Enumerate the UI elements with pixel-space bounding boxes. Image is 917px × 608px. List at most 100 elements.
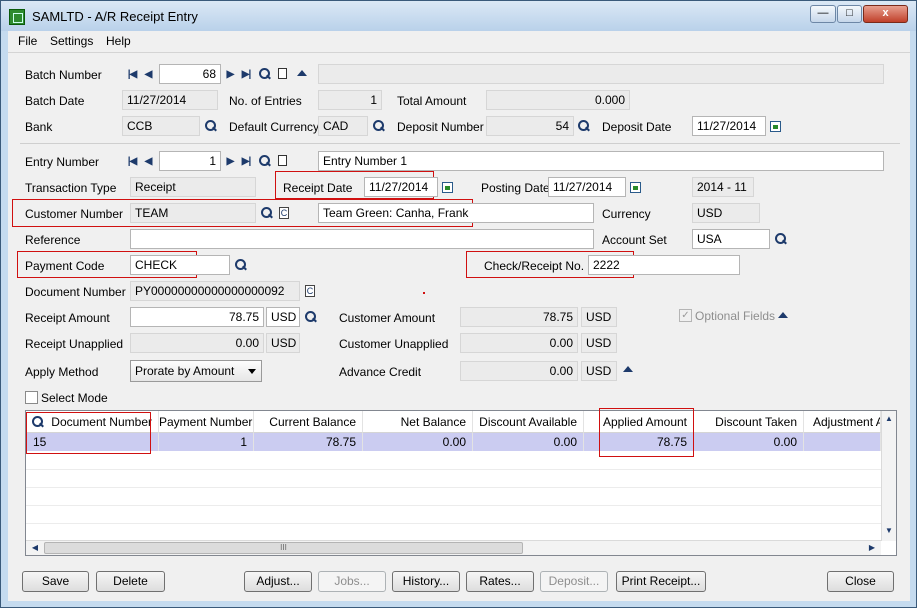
account-set-search-icon[interactable] (775, 233, 787, 245)
advance-currency-field: USD (581, 361, 617, 381)
cell-discount-taken[interactable]: 0.00 (694, 433, 804, 451)
customer-name-field[interactable]: Team Green: Canha, Frank (318, 203, 594, 223)
receipt-unapplied-label: Receipt Unapplied (25, 337, 124, 351)
receipt-currency-search-icon[interactable] (305, 311, 317, 323)
cell-current-balance[interactable]: 78.75 (254, 433, 363, 451)
advance-credit-field: 0.00 (460, 361, 578, 381)
check-receipt-field[interactable]: 2222 (588, 255, 740, 275)
currency-search-icon[interactable] (373, 120, 385, 132)
entry-number-field[interactable]: 1 (159, 151, 221, 171)
optional-fields-checkbox[interactable]: ✓ (679, 309, 692, 322)
minimize-button[interactable]: — (810, 5, 836, 23)
document-number-label: Document Number (25, 285, 126, 299)
previous-icon[interactable]: ◀ (142, 69, 154, 81)
customer-search-icon[interactable] (261, 207, 273, 219)
adjust-button[interactable]: Adjust... (244, 571, 312, 592)
receipt-amount-field[interactable]: 78.75 (130, 307, 264, 327)
account-set-field[interactable]: USA (692, 229, 770, 249)
stray-mark (423, 292, 425, 294)
column-header-discount-taken[interactable]: Discount Taken (694, 411, 804, 433)
customer-amount-field: 78.75 (460, 307, 578, 327)
search-icon[interactable] (259, 68, 271, 80)
scroll-right-icon[interactable]: ▶ (866, 542, 878, 554)
cell-discount-available[interactable]: 0.00 (473, 433, 584, 451)
deposit-search-icon[interactable] (578, 120, 590, 132)
close-window-button[interactable]: x (863, 5, 908, 23)
document-zoom-icon[interactable]: C (305, 285, 315, 297)
default-currency-field: CAD (318, 116, 368, 136)
menu-settings[interactable]: Settings (50, 34, 93, 48)
entry-previous-icon[interactable]: ◀ (142, 156, 154, 168)
customer-number-field[interactable]: TEAM (130, 203, 256, 223)
menu-file[interactable]: File (18, 34, 37, 48)
payment-code-search-icon[interactable] (235, 259, 247, 271)
last-icon[interactable]: ▶| (240, 69, 252, 81)
reference-field[interactable] (130, 229, 594, 249)
column-header-current-balance[interactable]: Current Balance (254, 411, 363, 433)
bank-search-icon[interactable] (205, 120, 217, 132)
grid-row-line (26, 505, 881, 506)
optional-fields-collapse-icon[interactable] (778, 312, 788, 318)
save-button[interactable]: Save (22, 571, 89, 592)
scroll-up-icon[interactable]: ▲ (883, 413, 895, 425)
cell-payment-number[interactable]: 1 (159, 433, 254, 451)
customer-zoom-icon[interactable]: C (279, 207, 289, 219)
deposit-date-label: Deposit Date (602, 120, 672, 134)
entry-next-icon[interactable]: ▶ (224, 156, 236, 168)
title-bar[interactable]: SAMLTD - A/R Receipt Entry — □ x (1, 1, 916, 31)
first-icon[interactable]: |◀ (126, 69, 138, 81)
default-currency-label: Default Currency (229, 120, 320, 134)
transaction-type-label: Transaction Type (25, 181, 117, 195)
payment-code-field[interactable]: CHECK (130, 255, 230, 275)
receipt-date-field[interactable]: 11/27/2014 (364, 177, 438, 197)
rates-button[interactable]: Rates... (466, 571, 534, 592)
entry-last-icon[interactable]: ▶| (240, 156, 252, 168)
deposit-calendar-icon[interactable] (770, 121, 781, 132)
receipt-currency-field[interactable]: USD (266, 307, 300, 327)
entry-first-icon[interactable]: |◀ (126, 156, 138, 168)
total-amount-label: Total Amount (397, 94, 467, 108)
close-button[interactable]: Close (827, 571, 894, 592)
cell-adjustment-amount[interactable] (804, 433, 881, 451)
maximize-button[interactable]: □ (837, 5, 862, 23)
horizontal-scroll-thumb[interactable]: III (44, 542, 523, 554)
entry-description-field[interactable]: Entry Number 1 (318, 151, 884, 171)
cell-net-balance[interactable]: 0.00 (363, 433, 473, 451)
vertical-scrollbar[interactable]: ▲ ▼ (881, 411, 896, 541)
posting-date-calendar-icon[interactable] (630, 182, 641, 193)
posting-date-field[interactable]: 11/27/2014 (548, 177, 626, 197)
receipt-date-label: Receipt Date (283, 181, 353, 195)
batch-description-field[interactable] (318, 64, 884, 84)
account-set-label: Account Set (602, 233, 667, 247)
next-icon[interactable]: ▶ (224, 69, 236, 81)
delete-button[interactable]: Delete (96, 571, 165, 592)
column-header-adjustment-amount[interactable]: Adjustment A (804, 411, 881, 433)
batch-number-field[interactable]: 68 (159, 64, 221, 84)
customer-amount-label: Customer Amount (339, 311, 436, 325)
document-number-highlight (26, 412, 151, 454)
entry-new-document-icon[interactable] (278, 155, 287, 166)
scroll-down-icon[interactable]: ▼ (883, 525, 895, 537)
advance-collapse-icon[interactable] (623, 366, 633, 372)
select-mode-checkbox[interactable] (25, 391, 38, 404)
history-button[interactable]: History... (392, 571, 460, 592)
horizontal-scrollbar[interactable]: ◀ III ▶ (26, 540, 881, 555)
scroll-left-icon[interactable]: ◀ (29, 542, 41, 554)
new-document-icon[interactable] (278, 68, 287, 79)
column-header-net-balance[interactable]: Net Balance (363, 411, 473, 433)
collapse-icon[interactable] (297, 70, 307, 76)
receipt-date-calendar-icon[interactable] (442, 182, 453, 193)
column-header-discount-available[interactable]: Discount Available (473, 411, 584, 433)
deposit-number-field: 54 (486, 116, 574, 136)
deposit-button[interactable]: Deposit... (540, 571, 608, 592)
deposit-date-field[interactable]: 11/27/2014 (692, 116, 766, 136)
entry-search-icon[interactable] (259, 155, 271, 167)
print-receipt-button[interactable]: Print Receipt... (616, 571, 706, 592)
column-header-payment-number[interactable]: Payment Number (159, 411, 254, 433)
jobs-button[interactable]: Jobs... (318, 571, 386, 592)
apply-method-select[interactable]: Prorate by Amount (130, 360, 262, 382)
advance-credit-label: Advance Credit (339, 365, 422, 379)
form-area: Batch Number |◀ ◀ 68 ▶ ▶| Batch Date 11/… (8, 53, 910, 601)
document-grid[interactable]: Document Number Payment Number Current B… (25, 410, 897, 556)
menu-help[interactable]: Help (106, 34, 131, 48)
